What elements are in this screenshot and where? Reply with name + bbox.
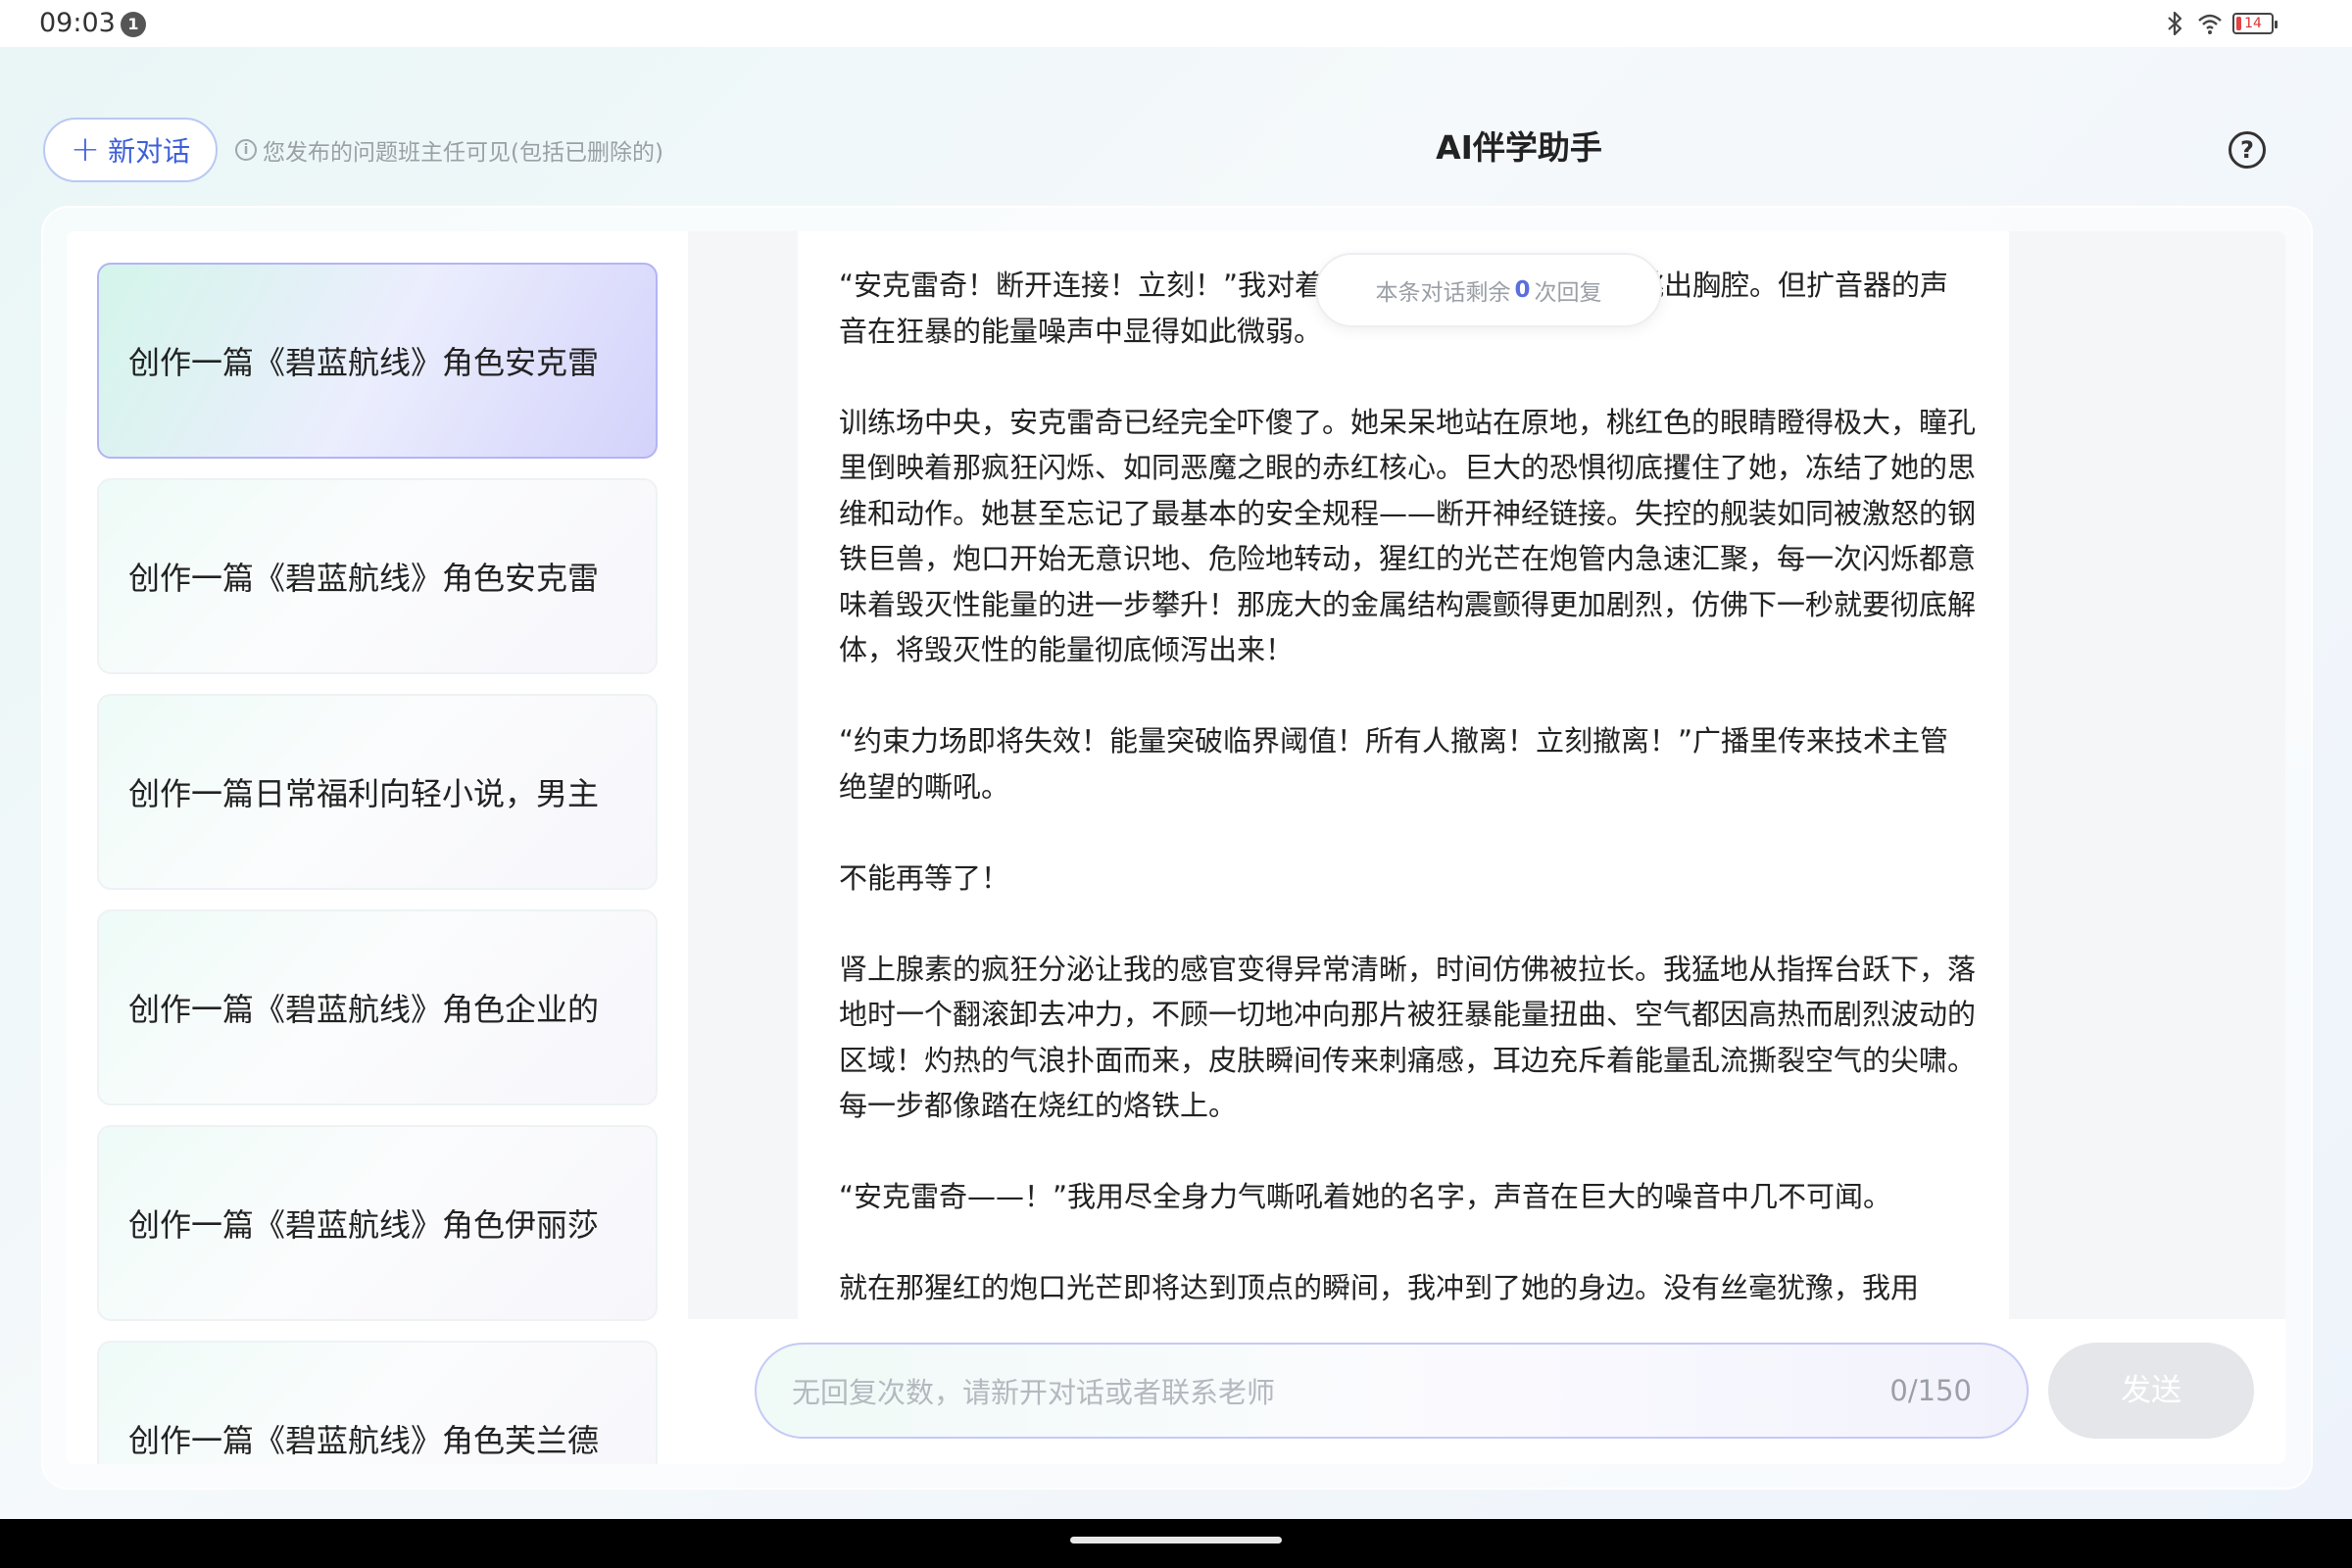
new-chat-button[interactable]: + 新对话 (43, 118, 218, 182)
system-nav-bar (0, 1519, 2352, 1568)
char-counter: 0/150 (1889, 1374, 1972, 1407)
message-paragraph: 肾上腺素的疯狂分泌让我的感官变得异常清晰，时间仿佛被拉长。我猛地从指挥台跃下，落… (839, 952, 1977, 1123)
status-time: 09:03 (39, 8, 116, 38)
message-scroll-area[interactable]: “安克雷奇！断开连接！立刻！”我对着扩音器嘶吼，心脏几乎要跳出胸腔。但扩音器的声… (798, 231, 2009, 1319)
page-title: AI伴学助手 (1436, 128, 1602, 167)
conversation-item[interactable]: 创作一篇《碧蓝航线》角色企业的 (97, 909, 658, 1105)
help-icon[interactable]: ? (2229, 131, 2266, 169)
conversation-item[interactable]: 创作一篇《碧蓝航线》角色安克雷 (97, 263, 658, 459)
battery-level: 14 (2244, 16, 2262, 31)
bluetooth-icon (2168, 11, 2182, 36)
status-bar: 09:03 1 14 (0, 0, 2352, 47)
message-input-field[interactable]: 0/150 (755, 1343, 2029, 1439)
message-paragraph: “安克雷奇——！”我用尽全身力气嘶吼着她的名字，声音在巨大的噪音中几不可闻。 (839, 1180, 1892, 1213)
conversation-item[interactable]: 创作一篇《碧蓝航线》角色芙兰德 (97, 1341, 658, 1464)
notice-text: 您发布的问题班主任可见(包括已删除的) (263, 140, 663, 166)
remaining-replies-badge: 本条对话剩余 0 次回复 (1315, 253, 1662, 327)
wifi-icon (2198, 14, 2222, 34)
conversation-item[interactable]: 创作一篇《碧蓝航线》角色安克雷 (97, 478, 658, 674)
conversation-sidebar: 创作一篇《碧蓝航线》角色安克雷 创作一篇《碧蓝航线》角色安克雷 创作一篇日常福利… (67, 231, 688, 1464)
conversation-item[interactable]: 创作一篇日常福利向轻小说，男主 (97, 694, 658, 890)
conversation-item[interactable]: 创作一篇《碧蓝航线》角色伊丽莎 (97, 1125, 658, 1321)
message-paragraph: 就在那猩红的炮口光芒即将达到顶点的瞬间，我冲到了她的身边。没有丝毫犹豫，我用 (839, 1271, 1920, 1304)
message-paragraph: 不能再等了！ (839, 860, 1010, 895)
message-paragraph: 训练场中央，安克雷奇已经完全吓傻了。她呆呆地站在原地，桃红色的眼睛瞪得极大，瞳孔… (839, 405, 1977, 667)
message-paragraph: “约束力场即将失效！能量突破临界阈值！所有人撤离！立刻撤离！”广播里传来技术主管… (839, 724, 1949, 804)
assistant-message: “安克雷奇！断开连接！立刻！”我对着扩音器嘶吼，心脏几乎要跳出胸腔。但扩音器的声… (839, 263, 1976, 1319)
chat-gutter-right (2009, 231, 2285, 1319)
remaining-count: 0 (1514, 277, 1531, 303)
info-icon: i (235, 139, 257, 161)
remaining-suffix: 次回复 (1534, 280, 1602, 306)
content-area: 创作一篇《碧蓝航线》角色安克雷 创作一篇《碧蓝航线》角色安克雷 创作一篇日常福利… (67, 231, 2285, 1464)
notification-badge-icon: 1 (121, 12, 146, 37)
chat-gutter-left (688, 231, 798, 1319)
status-icons: 14 (2162, 10, 2278, 37)
visibility-notice: i 您发布的问题班主任可见(包括已删除的) (235, 133, 663, 167)
send-button[interactable]: 发送 (2048, 1343, 2254, 1439)
remaining-prefix: 本条对话剩余 (1375, 280, 1511, 306)
battery-icon: 14 (2232, 13, 2278, 34)
home-indicator[interactable] (1070, 1537, 1282, 1544)
plus-icon: + (70, 129, 101, 170)
message-input[interactable] (792, 1368, 1772, 1417)
new-chat-label: 新对话 (108, 135, 191, 168)
